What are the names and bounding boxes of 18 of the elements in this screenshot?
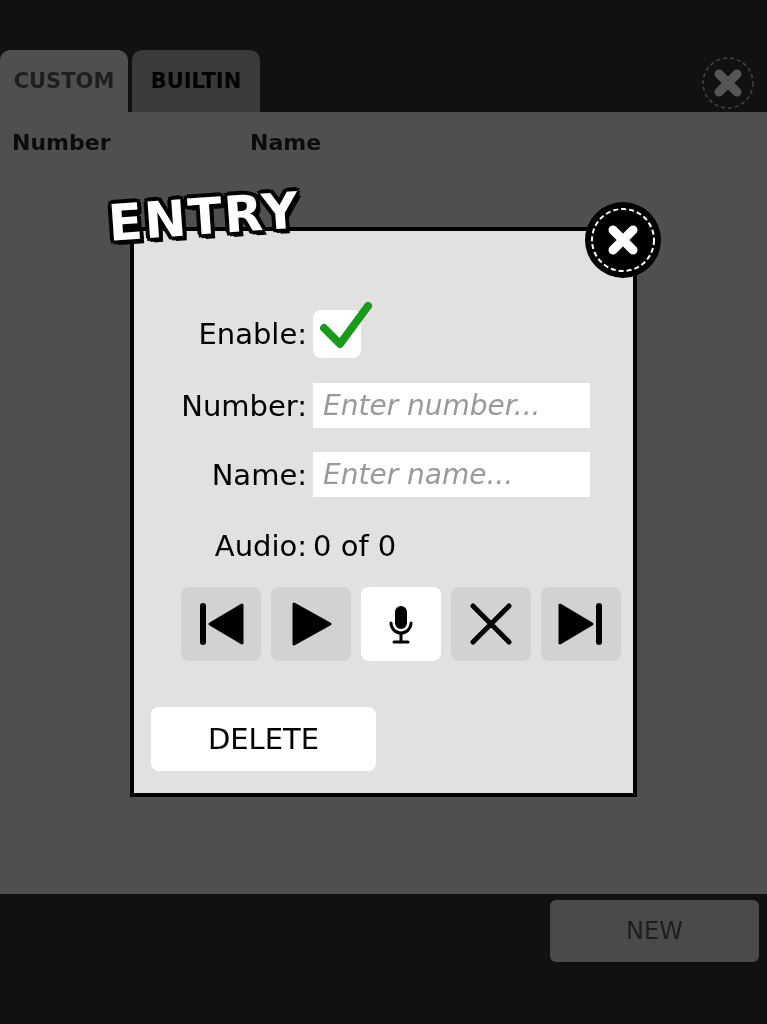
- delete-button[interactable]: DELETE: [151, 707, 376, 771]
- name-field[interactable]: Enter name...: [313, 452, 590, 497]
- close-icon[interactable]: [585, 202, 661, 278]
- number-label: Number:: [181, 388, 307, 423]
- media-button[interactable]: [181, 587, 261, 661]
- media-button[interactable]: [541, 587, 621, 661]
- audio-count: 0 of 0: [313, 529, 397, 563]
- media-button[interactable]: [271, 587, 351, 661]
- number-field[interactable]: Enter number...: [313, 383, 590, 428]
- audio-label: Audio:: [214, 529, 307, 563]
- enable-label: Enable:: [198, 317, 307, 351]
- media-button[interactable]: [451, 587, 531, 661]
- name-label: Name:: [211, 457, 307, 492]
- column-header: Number: [12, 130, 112, 155]
- column-header: Name: [250, 130, 323, 155]
- dialog-title: ENTRY: [106, 183, 302, 252]
- media-button[interactable]: [361, 587, 441, 661]
- tab[interactable]: BUILTIN: [132, 50, 260, 112]
